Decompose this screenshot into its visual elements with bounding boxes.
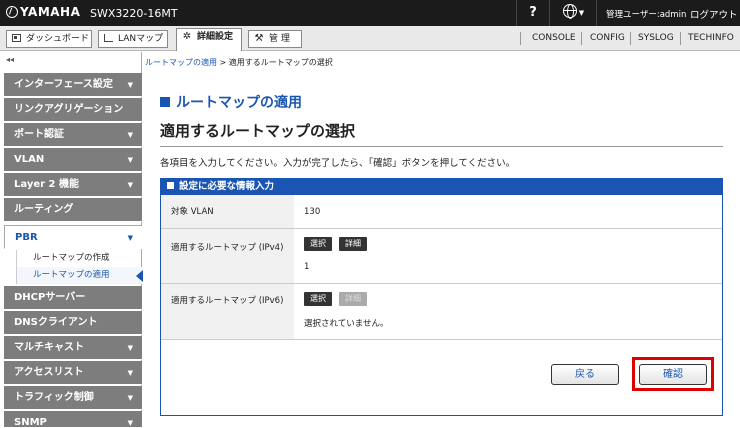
divider bbox=[520, 32, 521, 45]
help-button[interactable]: ? bbox=[516, 0, 550, 26]
sidebar-item-label: トラフィック制御 bbox=[14, 392, 94, 403]
config-link[interactable]: CONFIG bbox=[590, 31, 625, 46]
sidebar-item-label: ポート認証 bbox=[14, 129, 64, 140]
chevron-down-icon: ▼ bbox=[127, 234, 133, 242]
divider bbox=[630, 32, 631, 45]
sidebar-item-interface[interactable]: インターフェース設定 ▼ bbox=[4, 73, 142, 97]
dashboard-button[interactable]: ダッシュボード bbox=[6, 30, 92, 48]
section-title: ルートマップの適用 bbox=[160, 92, 302, 112]
back-button[interactable]: 戻る bbox=[551, 364, 619, 385]
sidebar-item-routing[interactable]: ルーティング bbox=[4, 198, 142, 222]
language-button[interactable]: ▼ bbox=[551, 0, 597, 26]
sidebar-item-label: アクセスリスト bbox=[14, 367, 84, 378]
manage-label: 管 理 bbox=[269, 34, 290, 44]
sidebar-item-label: インターフェース設定 bbox=[14, 79, 113, 90]
ipv6-detail-button: 詳細 bbox=[339, 292, 367, 306]
chevron-down-icon: ▼ bbox=[127, 131, 133, 139]
vlan-row: 対象 VLAN 130 bbox=[161, 195, 722, 229]
sidebar-item-layer2[interactable]: Layer 2 機能 ▼ bbox=[4, 173, 142, 197]
chevron-down-icon: ▼ bbox=[127, 344, 133, 352]
page-title: 適用するルートマップの選択 bbox=[160, 122, 356, 140]
confirm-button[interactable]: 確認 bbox=[639, 364, 707, 385]
sidebar-item-label: リンクアグリゲーション bbox=[14, 104, 124, 115]
model-name: SWX3220-16MT bbox=[90, 7, 178, 20]
lanmap-icon bbox=[104, 34, 113, 42]
detail-label: 詳細設定 bbox=[197, 32, 234, 42]
wrench-icon: ⚒ bbox=[254, 33, 264, 44]
sidebar-item-label: マルチキャスト bbox=[14, 342, 84, 353]
ipv4-value: 1 bbox=[304, 262, 310, 272]
lanmap-label: LANマップ bbox=[118, 34, 164, 44]
divider bbox=[581, 32, 582, 45]
sidebar-item-link-aggregation[interactable]: リンクアグリゲーション bbox=[4, 98, 142, 122]
collapse-sidebar-button[interactable]: ◂◂ bbox=[6, 55, 14, 64]
ipv6-select-button[interactable]: 選択 bbox=[304, 292, 332, 306]
manage-button[interactable]: ⚒ 管 理 bbox=[248, 30, 302, 48]
tab-detail-settings[interactable]: ✲ 詳細設定 bbox=[176, 28, 242, 51]
sidebar-item-dns-client[interactable]: DNSクライアント bbox=[4, 311, 142, 335]
sidebar-item-label: DHCPサーバー bbox=[14, 292, 86, 303]
ipv6-row: 適用するルートマップ (IPv6) 選択 詳細 選択されていません。 bbox=[161, 284, 722, 340]
panel-header: 設定に必要な情報入力 bbox=[161, 179, 722, 195]
yamaha-emblem-icon bbox=[6, 6, 18, 18]
ipv4-detail-button[interactable]: 詳細 bbox=[339, 237, 367, 251]
sidebar-item-traffic-control[interactable]: トラフィック制御 ▼ bbox=[4, 386, 142, 410]
ipv4-select-button[interactable]: 選択 bbox=[304, 237, 332, 251]
chevron-down-icon: ▼ bbox=[127, 181, 133, 189]
ipv4-row: 適用するルートマップ (IPv4) 選択 詳細 1 bbox=[161, 229, 722, 284]
ipv6-value: 選択されていません。 bbox=[304, 319, 389, 329]
chevron-down-icon: ▼ bbox=[127, 419, 133, 427]
dashboard-icon bbox=[12, 34, 21, 42]
divider bbox=[160, 146, 723, 147]
vlan-value: 130 bbox=[304, 207, 321, 217]
logout-link[interactable]: ログアウト bbox=[690, 7, 738, 21]
sidebar-subitem-create-routemap[interactable]: ルートマップの作成 bbox=[16, 250, 142, 267]
sidebar-item-multicast[interactable]: マルチキャスト ▼ bbox=[4, 336, 142, 360]
current-user: 管理ユーザー:admin bbox=[606, 10, 687, 20]
techinfo-link[interactable]: TECHINFO bbox=[688, 31, 734, 46]
sidebar-item-pbr[interactable]: PBR ▼ bbox=[4, 225, 142, 249]
instruction-text: 各項目を入力してください。入力が完了したら、「確認」ボタンを押してください。 bbox=[160, 158, 516, 169]
sidebar-item-label: PBR bbox=[15, 232, 38, 243]
sidebar-item-label: Layer 2 機能 bbox=[14, 179, 79, 190]
sidebar-item-label: VLAN bbox=[14, 154, 45, 165]
sidebar-item-access-list[interactable]: アクセスリスト ▼ bbox=[4, 361, 142, 385]
brand-name: YAMAHA bbox=[20, 5, 81, 19]
breadcrumb-link[interactable]: ルートマップの適用 bbox=[145, 58, 217, 67]
sidebar-item-port-auth[interactable]: ポート認証 ▼ bbox=[4, 123, 142, 147]
divider bbox=[680, 32, 681, 45]
square-bullet-icon bbox=[160, 97, 170, 107]
syslog-link[interactable]: SYSLOG bbox=[638, 31, 674, 46]
chevron-down-icon: ▼ bbox=[127, 81, 133, 89]
sidebar-item-vlan[interactable]: VLAN ▼ bbox=[4, 148, 142, 172]
chevron-down-icon: ▼ bbox=[127, 369, 133, 377]
section-title-text: ルートマップの適用 bbox=[176, 95, 302, 111]
breadcrumb: ルートマップの適用 > 適用するルートマップの選択 bbox=[145, 57, 333, 68]
ipv6-label: 適用するルートマップ (IPv6) bbox=[161, 284, 294, 339]
square-bullet-icon bbox=[167, 182, 174, 189]
sidebar-item-label: SNMP bbox=[14, 417, 47, 428]
dashboard-label: ダッシュボード bbox=[26, 34, 90, 44]
vlan-label: 対象 VLAN bbox=[161, 195, 294, 228]
caret-down-icon: ▼ bbox=[578, 9, 585, 17]
ipv4-label: 適用するルートマップ (IPv4) bbox=[161, 229, 294, 283]
sidebar-item-label: ルーティング bbox=[14, 204, 74, 215]
sidebar-item-label: DNSクライアント bbox=[14, 317, 98, 328]
chevron-down-icon: ▼ bbox=[127, 394, 133, 402]
top-bar: YAMAHA SWX3220-16MT ? ▼ 管理ユーザー:admin ログア… bbox=[0, 0, 740, 26]
lanmap-button[interactable]: LANマップ bbox=[98, 30, 168, 48]
breadcrumb-current: > 適用するルートマップの選択 bbox=[217, 58, 333, 67]
yamaha-logo: YAMAHA bbox=[6, 5, 80, 19]
sidebar-item-dhcp-server[interactable]: DHCPサーバー bbox=[4, 286, 142, 310]
console-link[interactable]: CONSOLE bbox=[532, 31, 576, 46]
panel-title: 設定に必要な情報入力 bbox=[179, 181, 275, 192]
chevron-down-icon: ▼ bbox=[127, 156, 133, 164]
globe-icon bbox=[562, 4, 577, 19]
sidebar-item-snmp[interactable]: SNMP ▼ bbox=[4, 411, 142, 428]
sidebar-subitem-apply-routemap[interactable]: ルートマップの適用 bbox=[16, 267, 143, 284]
gear-icon: ✲ bbox=[182, 31, 192, 42]
nav-bar: ダッシュボード LANマップ ✲ 詳細設定 ⚒ 管 理 CONSOLE CONFIG… bbox=[0, 26, 740, 51]
